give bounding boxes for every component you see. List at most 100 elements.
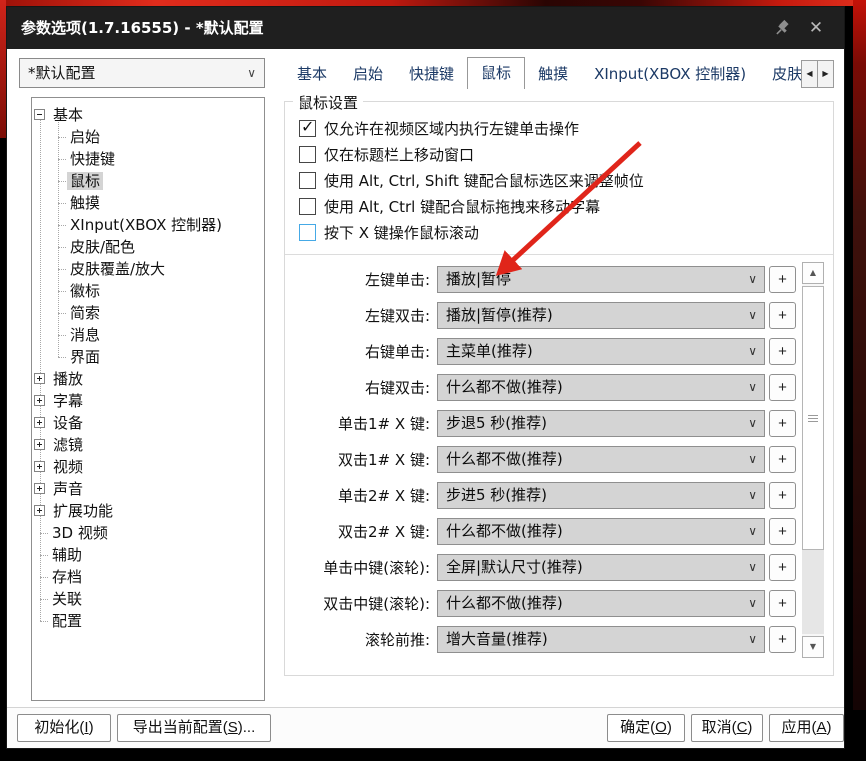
tab[interactable]: 鼠标 bbox=[467, 57, 526, 89]
tree-expander-icon[interactable] bbox=[34, 461, 45, 472]
binding-label: 双击中键(滚轮): bbox=[323, 595, 430, 613]
tree-item[interactable]: 存档 bbox=[32, 566, 264, 588]
tree-item[interactable]: 字幕 bbox=[32, 390, 264, 412]
tree-expander-icon[interactable] bbox=[34, 483, 45, 494]
checkbox-row[interactable]: ✓ 使用 Alt, Ctrl 键配合鼠标拖拽来移动字幕 bbox=[285, 193, 833, 219]
binding-select[interactable]: 播放|暂停(推荐) ∨ bbox=[437, 302, 765, 329]
tree-expander-icon[interactable] bbox=[34, 505, 45, 516]
ok-button[interactable]: 确定(O) bbox=[607, 714, 685, 742]
tree-item[interactable]: 辅助 bbox=[32, 544, 264, 566]
tree-item[interactable]: 徽标 bbox=[32, 280, 264, 302]
cancel-button[interactable]: 取消(C) bbox=[691, 714, 763, 742]
tree-expander-icon[interactable] bbox=[34, 109, 45, 120]
add-binding-button[interactable]: + bbox=[769, 410, 796, 437]
binding-select-value: 全屏|默认尺寸(推荐) bbox=[446, 558, 583, 576]
tab-scroll-right-icon[interactable]: ▶ bbox=[817, 60, 834, 88]
binding-select[interactable]: 什么都不做(推荐) ∨ bbox=[437, 518, 765, 545]
panel-scrollbar[interactable]: ▲ ▼ bbox=[802, 262, 824, 658]
tree-expander-icon[interactable] bbox=[34, 395, 45, 406]
binding-label: 右键单击: bbox=[364, 343, 430, 361]
checkbox-row[interactable]: ✓ 仅允许在视频区域内执行左键单击操作 bbox=[285, 115, 833, 141]
tree-item[interactable]: 设备 bbox=[32, 412, 264, 434]
tree-item[interactable]: 鼠标 bbox=[32, 170, 264, 192]
scroll-up-icon[interactable]: ▲ bbox=[802, 262, 824, 284]
add-binding-button[interactable]: + bbox=[769, 338, 796, 365]
tree-item[interactable]: 基本 bbox=[32, 104, 264, 126]
tab[interactable]: 基本 bbox=[284, 60, 340, 89]
add-binding-button[interactable]: + bbox=[769, 590, 796, 617]
checkbox[interactable]: ✓ bbox=[299, 116, 316, 137]
tab-label: 启始 bbox=[353, 65, 384, 83]
tree-item[interactable]: 皮肤覆盖/放大 bbox=[32, 258, 264, 280]
tree-item[interactable]: 滤镜 bbox=[32, 434, 264, 456]
tree-item[interactable]: 消息 bbox=[32, 324, 264, 346]
tree-item[interactable]: 扩展功能 bbox=[32, 500, 264, 522]
mouse-binding-row: 双击2# X 键: 什么都不做(推荐) ∨ + bbox=[285, 514, 833, 550]
tree-expander-icon[interactable] bbox=[34, 373, 45, 384]
add-binding-button[interactable]: + bbox=[769, 266, 796, 293]
add-binding-button[interactable]: + bbox=[769, 482, 796, 509]
tab[interactable]: 触摸 bbox=[525, 60, 581, 89]
pin-icon[interactable] bbox=[774, 19, 792, 37]
tree-item[interactable]: 配置 bbox=[32, 610, 264, 632]
tree-item[interactable]: 简索 bbox=[32, 302, 264, 324]
tree-item[interactable]: 皮肤/配色 bbox=[32, 236, 264, 258]
checkbox[interactable]: ✓ bbox=[299, 145, 316, 163]
binding-select[interactable]: 步退5 秒(推荐) ∨ bbox=[437, 410, 765, 437]
checkbox[interactable]: ✓ bbox=[299, 223, 316, 241]
binding-select[interactable]: 步进5 秒(推荐) ∨ bbox=[437, 482, 765, 509]
binding-select[interactable]: 全屏|默认尺寸(推荐) ∨ bbox=[437, 554, 765, 581]
chevron-down-icon: ∨ bbox=[247, 66, 256, 80]
add-binding-button[interactable]: + bbox=[769, 302, 796, 329]
close-icon[interactable]: ✕ bbox=[804, 7, 828, 49]
add-binding-button[interactable]: + bbox=[769, 374, 796, 401]
binding-select[interactable]: 什么都不做(推荐) ∨ bbox=[437, 446, 765, 473]
binding-select[interactable]: 增大音量(推荐) ∨ bbox=[437, 626, 765, 653]
tree-expander-icon[interactable] bbox=[34, 417, 45, 428]
tree-item[interactable]: 快捷键 bbox=[32, 148, 264, 170]
checkbox-row[interactable]: ✓ 按下 X 键操作鼠标滚动 bbox=[285, 219, 833, 245]
binding-select[interactable]: 什么都不做(推荐) ∨ bbox=[437, 590, 765, 617]
tab[interactable]: XInput(XBOX 控制器) bbox=[581, 60, 759, 89]
add-binding-button[interactable]: + bbox=[769, 446, 796, 473]
binding-select[interactable]: 什么都不做(推荐) ∨ bbox=[437, 374, 765, 401]
tree-item[interactable]: XInput(XBOX 控制器) bbox=[32, 214, 264, 236]
tree-item[interactable]: 启始 bbox=[32, 126, 264, 148]
chevron-down-icon: ∨ bbox=[748, 452, 757, 466]
apply-button[interactable]: 应用(A) bbox=[769, 714, 844, 742]
tab-scroll-left-icon[interactable]: ◀ bbox=[801, 60, 818, 88]
window-title: 参数选项(1.7.16555) - *默认配置 bbox=[21, 19, 264, 37]
check-icon: ✓ bbox=[301, 116, 315, 136]
tree-expander-icon[interactable] bbox=[34, 439, 45, 450]
binding-select-value: 播放|暂停 bbox=[446, 270, 512, 288]
tree-item[interactable]: 3D 视频 bbox=[32, 522, 264, 544]
tree-item[interactable]: 声音 bbox=[32, 478, 264, 500]
checkbox-row[interactable]: ✓ 使用 Alt, Ctrl, Shift 键配合鼠标选区来调整帧位 bbox=[285, 167, 833, 193]
tree-item[interactable]: 播放 bbox=[32, 368, 264, 390]
export-config-button[interactable]: 导出当前配置(S)... bbox=[117, 714, 271, 742]
binding-label: 左键单击: bbox=[364, 271, 430, 289]
tree-item-label: 字幕 bbox=[53, 392, 84, 410]
checkbox[interactable]: ✓ bbox=[299, 197, 316, 215]
tree-item[interactable]: 关联 bbox=[32, 588, 264, 610]
binding-select[interactable]: 主菜单(推荐) ∨ bbox=[437, 338, 765, 365]
tree-item[interactable]: 界面 bbox=[32, 346, 264, 368]
tab[interactable]: 启始 bbox=[340, 60, 396, 89]
add-binding-button[interactable]: + bbox=[769, 554, 796, 581]
background-window-red-strip-right bbox=[853, 0, 866, 710]
scrollbar-track-shaded[interactable] bbox=[802, 550, 824, 634]
tab[interactable]: 皮肤/配 bbox=[759, 60, 801, 89]
checkbox-row[interactable]: ✓ 仅在标题栏上移动窗口 bbox=[285, 141, 833, 167]
initialize-button[interactable]: 初始化(I) bbox=[17, 714, 111, 742]
checkbox[interactable]: ✓ bbox=[299, 171, 316, 189]
binding-select-value: 步进5 秒(推荐) bbox=[446, 486, 548, 504]
tab[interactable]: 快捷键 bbox=[396, 60, 467, 89]
scrollbar-thumb[interactable] bbox=[802, 286, 824, 550]
add-binding-button[interactable]: + bbox=[769, 518, 796, 545]
profile-select[interactable]: *默认配置 ∨ bbox=[19, 58, 265, 88]
add-binding-button[interactable]: + bbox=[769, 626, 796, 653]
tree-item[interactable]: 触摸 bbox=[32, 192, 264, 214]
tree-item[interactable]: 视频 bbox=[32, 456, 264, 478]
binding-select[interactable]: 播放|暂停 ∨ bbox=[437, 266, 765, 293]
scroll-down-icon[interactable]: ▼ bbox=[802, 636, 824, 658]
